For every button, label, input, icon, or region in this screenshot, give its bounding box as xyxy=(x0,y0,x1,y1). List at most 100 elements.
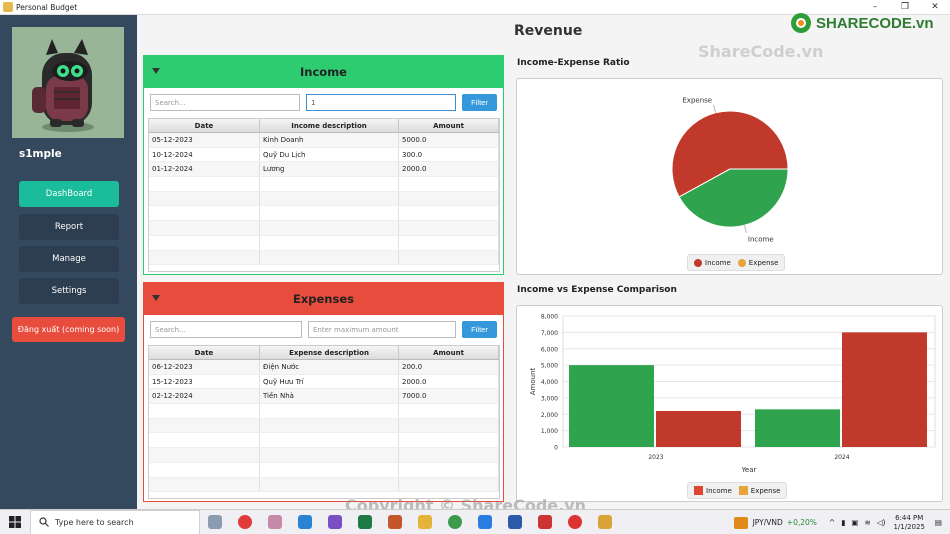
expenses-search-input[interactable] xyxy=(150,321,302,338)
search-icon xyxy=(39,517,49,527)
empty-row xyxy=(149,235,499,251)
column-header[interactable]: Amount xyxy=(399,346,499,359)
cell-date: 10-12-2024 xyxy=(149,147,260,162)
watermark-top: ShareCode.vn xyxy=(698,42,824,61)
cell-description: Lương xyxy=(260,162,399,177)
cell-amount: 7000.0 xyxy=(399,389,499,404)
camera-icon[interactable]: ▣ xyxy=(851,518,858,527)
manage-button[interactable]: Manage xyxy=(19,246,119,272)
word-icon[interactable] xyxy=(508,515,522,529)
column-header[interactable]: Expense description xyxy=(260,346,399,359)
chrome-icon[interactable] xyxy=(448,515,462,529)
table-row[interactable]: 10-12-2024 Quỹ Du Lịch 300.0 xyxy=(149,147,499,163)
search-placeholder: Type here to search xyxy=(55,517,134,527)
logout-button[interactable]: Đăng xuất (coming soon) xyxy=(12,317,125,342)
visual-studio-icon[interactable] xyxy=(328,515,342,529)
legend-item-expense: Expense xyxy=(738,486,780,495)
column-header[interactable]: Date xyxy=(149,119,260,132)
vscode-icon[interactable] xyxy=(298,515,312,529)
bar-expense-2024[interactable] xyxy=(842,332,927,447)
cell-amount: 2000.0 xyxy=(399,374,499,389)
bar-expense-2023[interactable] xyxy=(656,410,741,447)
cell-description: Quỹ Du Lịch xyxy=(260,147,399,162)
empty-row xyxy=(149,177,499,192)
legend-item-expense: Expense xyxy=(737,258,778,267)
app-icon[interactable] xyxy=(568,515,582,529)
table-row[interactable]: 06-12-2023 Điện Nước 200.0 xyxy=(149,360,499,375)
sharecode-logo-icon xyxy=(791,13,811,33)
currency-pair: JPY/VND xyxy=(752,518,783,527)
table-body: 05-12-2023 Kinh Doanh 5000.0 10-12-2024 Quỹ… xyxy=(149,133,499,266)
column-header[interactable]: Income description xyxy=(260,119,399,132)
taskbar-search[interactable]: Type here to search xyxy=(30,509,200,534)
income-search-input[interactable] xyxy=(150,94,300,111)
empty-row xyxy=(149,418,499,434)
collapse-arrow-icon[interactable] xyxy=(152,68,160,74)
table-row[interactable]: 15-12-2023 Quỹ Hưu Trí 2000.0 xyxy=(149,374,499,390)
task-view-icon[interactable] xyxy=(208,515,222,529)
table-row[interactable]: 02-12-2024 Tiền Nhà 7000.0 xyxy=(149,389,499,405)
empty-row xyxy=(149,477,499,493)
y-tick-label: 7,000 xyxy=(541,330,558,337)
sharecode-logo: SHARECODE.vn xyxy=(790,12,934,34)
intellij-icon[interactable] xyxy=(538,515,552,529)
taskbar: Type here to search JPY/VND +0,20% ^ ▮ ▣… xyxy=(0,509,950,534)
chevron-up-icon[interactable]: ^ xyxy=(829,518,835,527)
y-tick-label: 3,000 xyxy=(541,395,558,402)
opera-icon[interactable] xyxy=(238,515,252,529)
cell-description: Quỹ Hưu Trí xyxy=(260,374,399,389)
collapse-arrow-icon[interactable] xyxy=(152,295,160,301)
table-row[interactable]: 05-12-2023 Kinh Doanh 5000.0 xyxy=(149,133,499,148)
max-amount-input[interactable] xyxy=(308,321,456,338)
cell-amount: 2000.0 xyxy=(399,162,499,177)
table-header: Date Income description Amount xyxy=(149,119,499,133)
income-panel: Income Filter Date Income description Am… xyxy=(143,55,504,275)
notification-icon[interactable]: ▤ xyxy=(935,518,942,527)
start-button[interactable] xyxy=(0,510,30,534)
income-filters: Filter xyxy=(150,94,498,112)
income-header[interactable]: Income xyxy=(144,56,503,88)
app-icon[interactable] xyxy=(268,515,282,529)
table-header: Date Expense description Amount xyxy=(149,346,499,360)
volume-icon[interactable]: ◁) xyxy=(877,518,886,527)
among-us-character-icon xyxy=(12,27,124,138)
cell-date: 15-12-2023 xyxy=(149,374,260,389)
income-filter-input[interactable] xyxy=(306,94,456,111)
expenses-header[interactable]: Expenses xyxy=(144,283,503,315)
cell-date: 02-12-2024 xyxy=(149,389,260,404)
username: s1mple xyxy=(19,148,62,160)
wifi-icon[interactable]: ≋ xyxy=(864,518,870,527)
pie-label-line xyxy=(744,225,747,234)
column-header[interactable]: Date xyxy=(149,346,260,359)
expenses-table: Date Expense description Amount 06-12-20… xyxy=(148,345,500,499)
settings-button[interactable]: Settings xyxy=(19,278,119,304)
income-filter-button[interactable]: Filter xyxy=(462,94,497,111)
income-table: Date Income description Amount 05-12-202… xyxy=(148,118,500,272)
excel-icon[interactable] xyxy=(358,515,372,529)
java-app-icon[interactable] xyxy=(598,515,612,529)
bar-income-2023[interactable] xyxy=(569,365,654,447)
logo-text: SHARECODE.vn xyxy=(816,14,934,32)
report-button[interactable]: Report xyxy=(19,214,119,240)
expenses-filters: Filter xyxy=(150,321,498,339)
bar-chart-title: Income vs Expense Comparison xyxy=(517,285,677,295)
clock[interactable]: 6:44 PM 1/1/2025 xyxy=(893,514,924,532)
x-axis-label: Year xyxy=(741,466,757,474)
table-body: 06-12-2023 Điện Nước 200.0 15-12-2023 Quỹ H… xyxy=(149,360,499,493)
microphone-icon[interactable]: ▮ xyxy=(841,518,845,527)
file-explorer-icon[interactable] xyxy=(418,515,432,529)
y-tick-label: 5,000 xyxy=(541,363,558,370)
expenses-panel: Expenses Filter Date Expense description… xyxy=(143,282,504,502)
bar-chart: 0 1,000 2,000 3,000 4,000 5,000 6,000 7,000 8,00… xyxy=(529,314,936,474)
winrar-icon[interactable] xyxy=(388,515,402,529)
table-row[interactable]: 01-12-2024 Lương 2000.0 xyxy=(149,162,499,178)
expenses-title: Expenses xyxy=(293,292,354,306)
column-header[interactable]: Amount xyxy=(399,119,499,132)
cell-amount: 5000.0 xyxy=(399,133,499,147)
dashboard-button[interactable]: DashBoard xyxy=(19,181,119,207)
zalo-icon[interactable] xyxy=(478,515,492,529)
empty-row xyxy=(149,433,499,449)
expenses-filter-button[interactable]: Filter xyxy=(462,321,497,338)
page-title: Revenue xyxy=(514,23,583,39)
bar-income-2024[interactable] xyxy=(755,409,840,447)
